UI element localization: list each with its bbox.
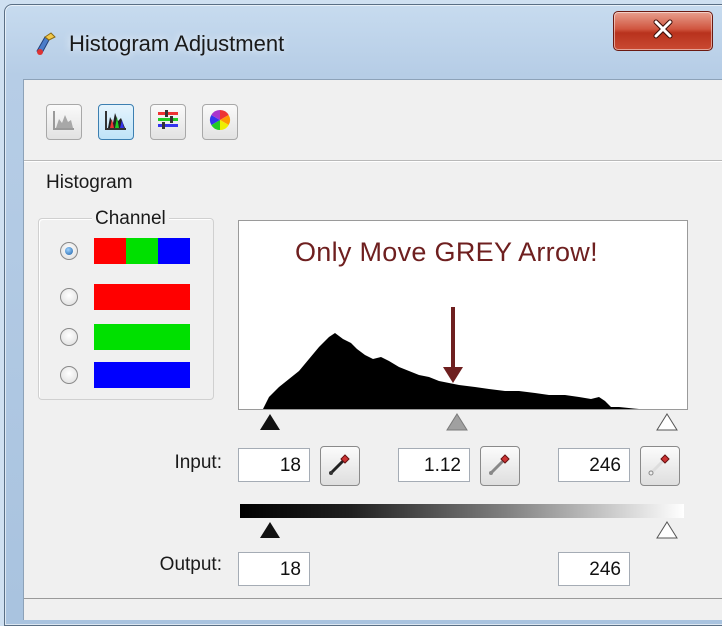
input-white-field[interactable]: 246 (558, 448, 630, 482)
gray-eyedropper-icon (487, 451, 513, 482)
channel-group-label: Channel (92, 208, 169, 230)
input-slider-track (260, 413, 678, 431)
channel-radio-red[interactable] (60, 288, 78, 306)
histogram-display: Only Move GREY Arrow! (238, 220, 688, 410)
output-white-field[interactable]: 246 (558, 552, 630, 586)
input-gamma-arrow (446, 413, 468, 431)
histogram-curve (263, 333, 679, 409)
close-icon (652, 19, 674, 44)
black-eyedropper-button[interactable] (320, 446, 360, 486)
app-icon (33, 31, 59, 57)
dialog-content: Histogram Channel Only Move GREY Arrow! (23, 79, 722, 620)
channel-radio-rgb[interactable] (60, 242, 78, 260)
input-label: Input: (174, 452, 222, 473)
color-wheel-button[interactable] (202, 104, 238, 140)
output-black-point-arrow (260, 522, 280, 538)
input-black-point-arrow (260, 414, 280, 430)
green-swatch[interactable] (94, 324, 190, 350)
blue-swatch[interactable] (94, 362, 190, 388)
black-eyedropper-icon (327, 451, 353, 482)
output-black-field[interactable]: 18 (238, 552, 310, 586)
input-black-field[interactable]: 18 (238, 448, 310, 482)
white-eyedropper-icon (647, 451, 673, 482)
output-label: Output: (159, 554, 222, 575)
rgb-swatch[interactable] (94, 238, 190, 264)
gray-eyedropper-button[interactable] (480, 446, 520, 486)
output-slider-track (260, 521, 678, 539)
white-eyedropper-button[interactable] (640, 446, 680, 486)
histogram-adjustment-window: Histogram Adjustment Histogram Channel O… (4, 4, 722, 626)
red-swatch[interactable] (94, 284, 190, 310)
annotation-arrow-head (443, 367, 463, 383)
annotation-text: Only Move GREY Arrow! (295, 237, 598, 267)
channel-radio-green[interactable] (60, 328, 78, 346)
output-white-point-arrow (656, 521, 678, 539)
color-wheel-icon (208, 108, 232, 137)
histogram-color-icon (104, 109, 128, 136)
input-white-point-arrow (656, 413, 678, 431)
input-gamma-field[interactable]: 1.12 (398, 448, 470, 482)
histogram-gray-button[interactable] (46, 104, 82, 140)
window-title: Histogram Adjustment (69, 31, 285, 56)
channel-radio-blue[interactable] (60, 366, 78, 384)
output-gradient-bar (240, 504, 684, 518)
color-balance-icon (156, 109, 180, 136)
title-bar: Histogram Adjustment (5, 5, 722, 79)
histogram-color-button[interactable] (98, 104, 134, 140)
color-balance-button[interactable] (150, 104, 186, 140)
close-button[interactable] (613, 11, 713, 51)
section-label: Histogram (46, 172, 133, 193)
bottom-separator (24, 598, 722, 599)
toolbar-separator (24, 160, 722, 162)
histogram-gray-icon (52, 109, 76, 136)
